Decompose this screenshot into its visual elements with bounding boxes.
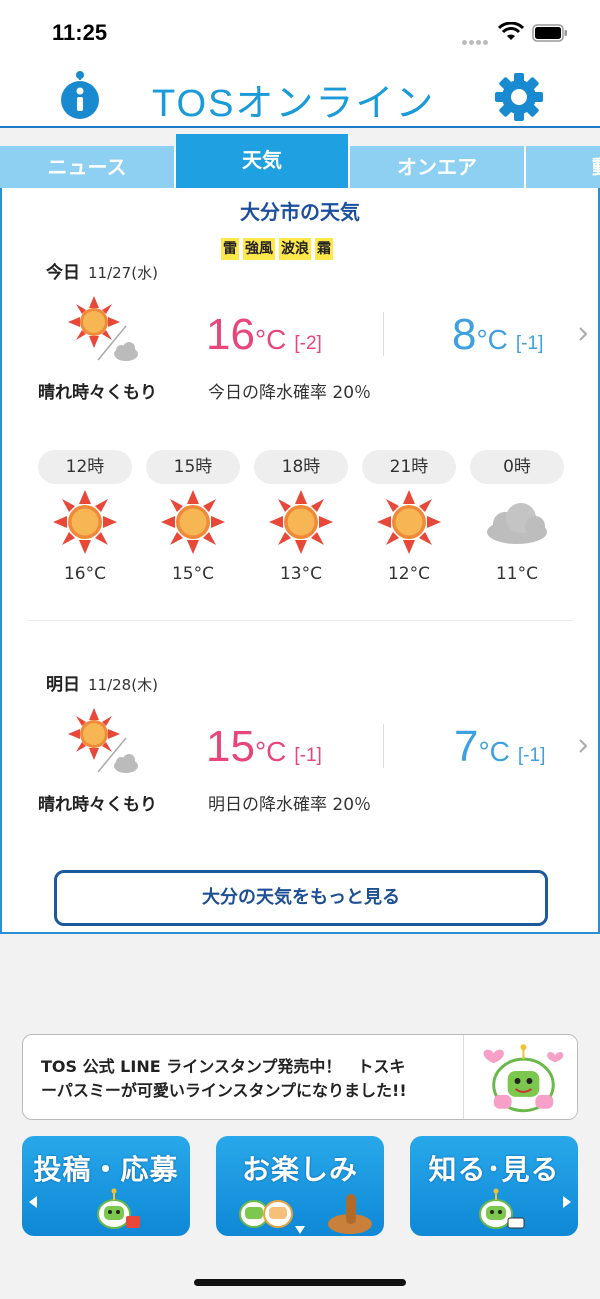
mascot-icon [97, 1188, 140, 1229]
banner-line: ーパスミーが可愛いラインスタンプになりました!! [41, 1081, 407, 1100]
tomorrow-day: 明日 [46, 675, 80, 695]
today-high-value: 16 [206, 310, 255, 359]
tomorrow-label: 明日 11/28(木) [46, 670, 158, 695]
today-day: 今日 [46, 263, 80, 283]
tab-weather[interactable]: 天気 [176, 134, 350, 188]
temp-divider [383, 724, 384, 768]
warning-badge: 雷 [221, 238, 239, 260]
warning-badge: 強風 [243, 238, 275, 260]
sunny-icon [377, 490, 441, 554]
tab-news[interactable]: ニュース [0, 146, 176, 188]
today-low-diff: [-1] [515, 333, 544, 354]
tomorrow-low-value: 7 [454, 722, 479, 771]
nav-label: 知る･見る [428, 1153, 560, 1186]
hour-temp: 13°C [279, 564, 322, 584]
today-rain-chance: 今日の降水確率 20％ [208, 383, 372, 403]
today-high-temp: 16°C [-2] [206, 310, 322, 360]
hour-temp: 15°C [171, 564, 214, 584]
today-high-diff: [-2] [294, 333, 322, 354]
weather-title: 大分市の天気 [240, 200, 360, 224]
today-low-temp: 8°C [-1] [452, 310, 543, 360]
status-bar: 11:25 [0, 0, 600, 64]
weather-panel: 大分市の天気 雷 強風 波浪 霜 今日 11/27(水) 晴れ時々くもり 16°C… [0, 188, 600, 934]
mascot-stamp-image [463, 1035, 577, 1119]
today-low-value: 8 [452, 310, 477, 359]
cloudy-icon [487, 503, 547, 544]
tomorrow-low-temp: 7°C [-1] [454, 722, 545, 772]
today-label: 今日 11/27(水) [46, 258, 158, 283]
gear-icon[interactable] [494, 72, 544, 122]
sunny-cloudy-icon [68, 296, 138, 361]
tab-onair[interactable]: オンエア [350, 146, 526, 188]
info-icon[interactable] [56, 70, 104, 120]
warning-badge: 霜 [315, 238, 333, 260]
chevron-right-icon[interactable] [578, 326, 588, 342]
hour-label: 12時 [38, 450, 132, 484]
app-header: TOSオンライン [0, 64, 600, 128]
temp-unit: °C [478, 736, 510, 767]
home-indicator[interactable] [194, 1279, 406, 1286]
sunny-icon [53, 490, 117, 554]
sunny-cloudy-icon [68, 708, 138, 773]
arrow-right-icon [563, 1196, 571, 1208]
banner-text: TOS 公式 LINE ラインスタンプ発売中！ トスキ ーパスミーが可愛いライン… [41, 1055, 459, 1103]
sunny-icon [269, 490, 333, 554]
warning-list: 雷 強風 波浪 霜 [221, 238, 333, 260]
banner-line: TOS 公式 LINE ラインスタンプ発売中！ トスキ [41, 1057, 406, 1076]
tab-video[interactable]: 動 [526, 146, 600, 188]
hour-label: 21時 [362, 450, 456, 484]
arrow-left-icon [29, 1196, 37, 1208]
sunny-icon [161, 490, 225, 554]
tomorrow-high-diff: [-1] [294, 745, 322, 766]
more-weather-button[interactable]: 大分の天気をもっと見る [54, 870, 548, 926]
temp-divider [383, 312, 384, 356]
line-stamp-banner[interactable]: TOS 公式 LINE ラインスタンプ発売中！ トスキ ーパスミーが可愛いライン… [22, 1034, 578, 1120]
status-time: 11:25 [52, 20, 108, 45]
nav-post-apply-button[interactable]: 投稿・応募 [22, 1136, 190, 1236]
hour-temp: 16°C [63, 564, 106, 584]
mascot-icon [239, 1200, 293, 1228]
tomorrow-date: 11/28(木) [88, 676, 158, 694]
tomorrow-high-temp: 15°C [-1] [206, 722, 322, 772]
tab-bar: ニュース 天気 オンエア 動 [0, 134, 600, 188]
mascot-icon [479, 1188, 525, 1229]
hour-label: 15時 [146, 450, 240, 484]
temp-unit: °C [254, 324, 287, 355]
divider [28, 620, 574, 621]
hour-label: 0時 [470, 450, 564, 484]
hour-temp: 11°C [495, 564, 538, 584]
chevron-right-icon[interactable] [578, 738, 588, 754]
tomorrow-high-value: 15 [206, 722, 255, 771]
nav-learn-watch-button[interactable]: 知る･見る [410, 1136, 578, 1236]
wifi-icon [498, 22, 524, 40]
today-condition: 晴れ時々くもり [38, 383, 157, 403]
app-logo: TOSオンライン [152, 83, 436, 125]
battery-icon [532, 24, 567, 42]
warning-badge: 波浪 [279, 238, 311, 260]
tomorrow-rain-chance: 明日の降水確率 20％ [208, 795, 372, 815]
hour-temp: 12°C [387, 564, 430, 584]
hour-label: 18時 [254, 450, 348, 484]
tomorrow-low-diff: [-1] [517, 745, 546, 766]
food-icon [328, 1194, 372, 1234]
nav-label: お楽しみ [241, 1153, 358, 1186]
temp-unit: °C [476, 324, 508, 355]
temp-unit: °C [254, 736, 287, 767]
today-date: 11/27(水) [88, 264, 158, 282]
nav-label: 投稿・応募 [33, 1153, 179, 1186]
signal-dots-icon [462, 30, 490, 45]
nav-fun-button[interactable]: お楽しみ [216, 1136, 384, 1236]
tomorrow-condition: 晴れ時々くもり [38, 795, 157, 815]
